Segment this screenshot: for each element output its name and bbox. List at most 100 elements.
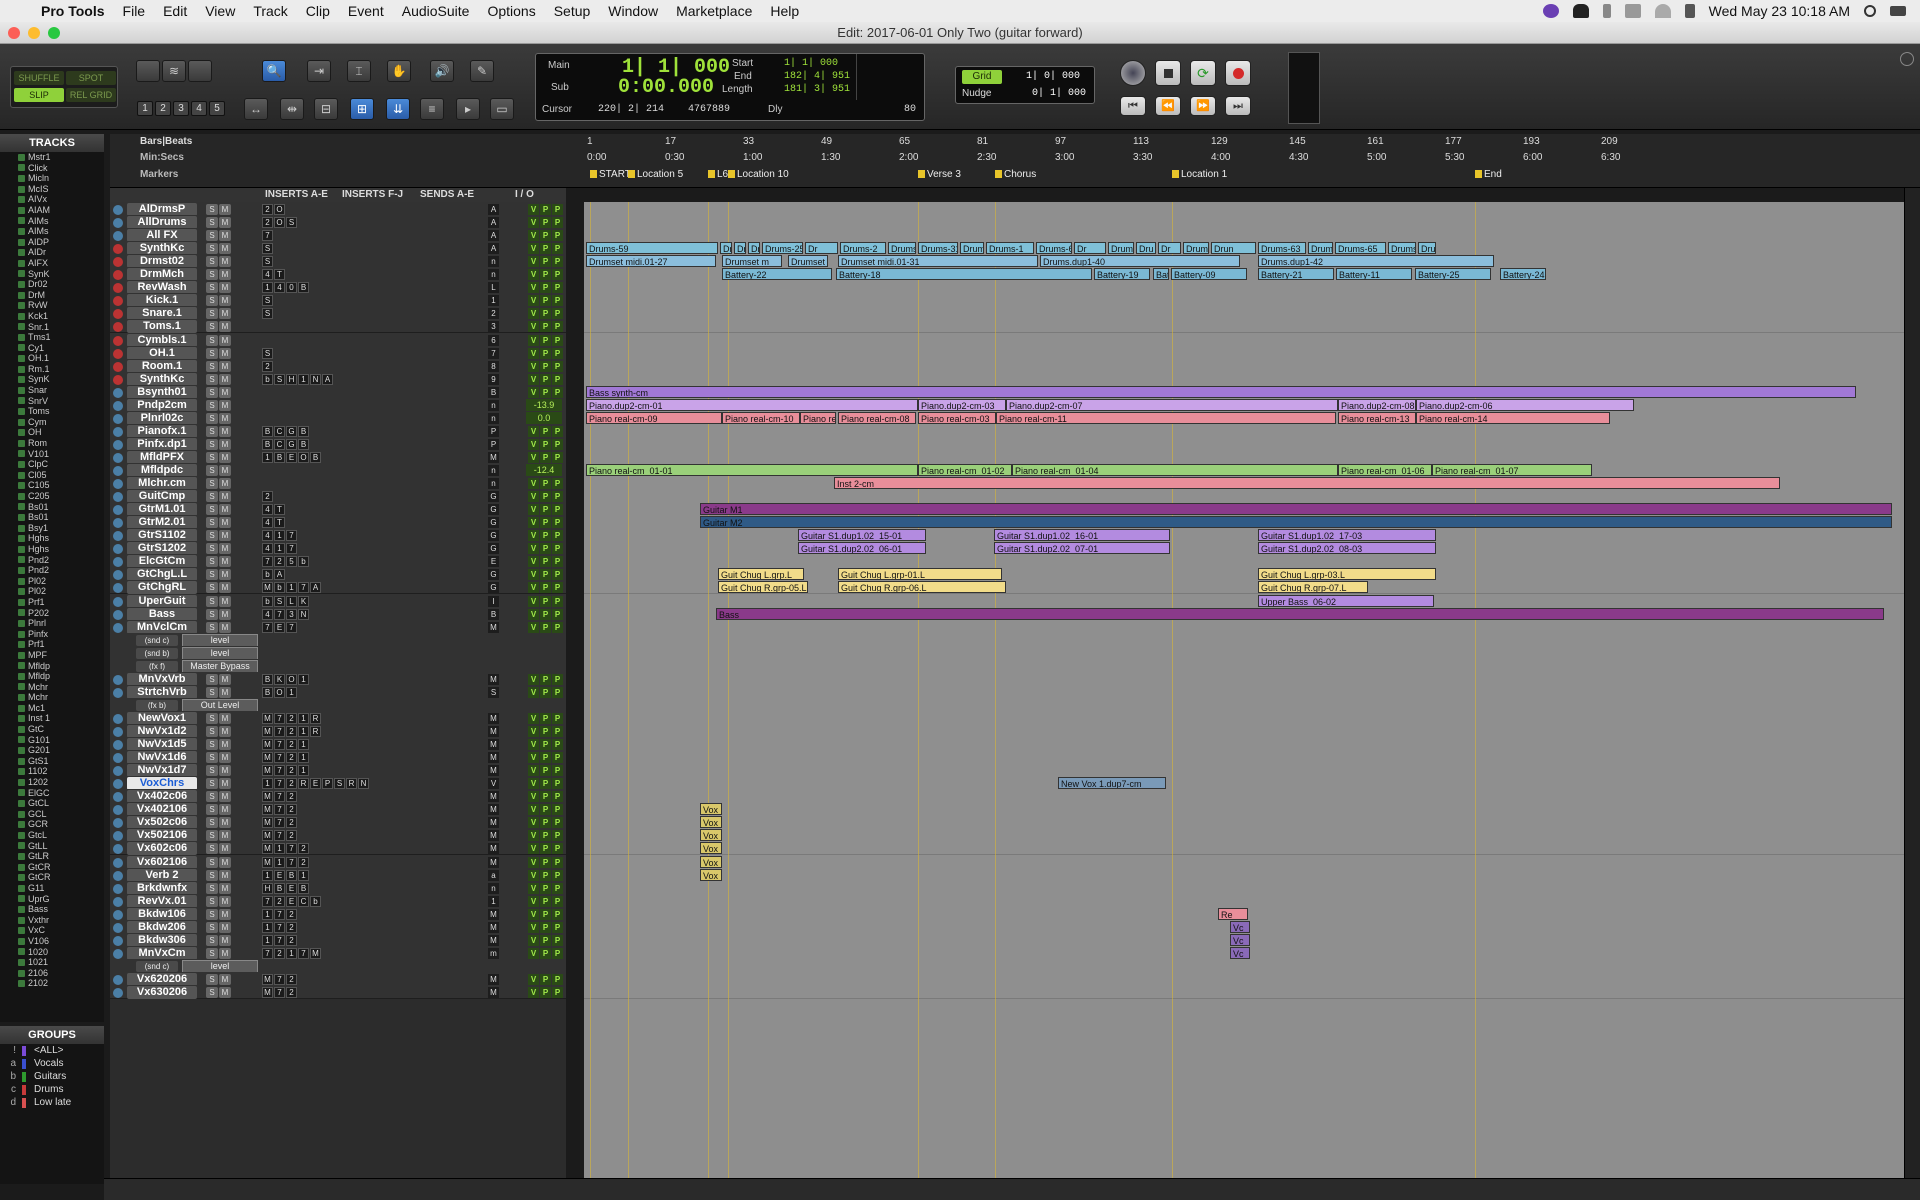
playlist-button[interactable]: P: [552, 230, 563, 241]
zoom-out-icon[interactable]: [136, 60, 160, 82]
insert-slot[interactable]: E: [274, 870, 285, 881]
track-active-icon[interactable]: [113, 453, 123, 463]
input-selector[interactable]: n: [488, 413, 499, 424]
playlist-button[interactable]: P: [540, 217, 551, 228]
track-lane[interactable]: [584, 333, 1904, 347]
insert-slot[interactable]: 2: [286, 987, 297, 998]
playlist-button[interactable]: P: [540, 308, 551, 319]
insert-slot[interactable]: b: [262, 569, 273, 580]
insert-slot[interactable]: 2: [262, 361, 273, 372]
insert-slot[interactable]: 1: [262, 778, 273, 789]
track-header-row[interactable]: GtChgL.L S Mb A G V P P: [110, 567, 566, 581]
solo-button[interactable]: S: [206, 348, 218, 359]
input-selector[interactable]: M: [488, 713, 499, 724]
track-active-icon[interactable]: [113, 792, 123, 802]
track-visible-icon[interactable]: [18, 662, 25, 670]
insert-slot[interactable]: 1: [262, 909, 273, 920]
track-active-icon[interactable]: [113, 714, 123, 724]
marker-label[interactable]: Location 5: [628, 169, 683, 180]
input-selector[interactable]: 6: [488, 335, 499, 346]
insert-slot[interactable]: 7: [286, 530, 297, 541]
track-lane[interactable]: [584, 802, 1904, 816]
playlist-button[interactable]: P: [552, 504, 563, 515]
track-visible-icon[interactable]: [18, 916, 25, 924]
track-header-row[interactable]: SynthKc S Mb S H 1 N A 9 V P P: [110, 372, 566, 386]
track-header-row[interactable]: GtrM2.01 S M 4 T G V P P: [110, 515, 566, 529]
playlist-button[interactable]: P: [552, 857, 563, 868]
track-active-icon[interactable]: [113, 688, 123, 698]
track-active-icon[interactable]: [113, 257, 123, 267]
solo-button[interactable]: S: [206, 843, 218, 854]
insert-slot[interactable]: S: [262, 256, 273, 267]
track-lane[interactable]: [584, 959, 1904, 973]
track-header-row[interactable]: Plnrl02c S Mn 0.0: [110, 411, 566, 425]
mute-button[interactable]: M: [219, 609, 231, 620]
track-name[interactable]: Toms.1: [127, 320, 197, 333]
track-active-icon[interactable]: [113, 375, 123, 385]
playlist-button[interactable]: V: [528, 217, 539, 228]
input-selector[interactable]: 1: [488, 295, 499, 306]
track-active-icon[interactable]: [113, 440, 123, 450]
playlist-button[interactable]: V: [528, 308, 539, 319]
playlist-button[interactable]: P: [540, 922, 551, 933]
mute-button[interactable]: M: [219, 269, 231, 280]
rev-clip[interactable]: Re: [1218, 908, 1248, 920]
track-lane[interactable]: [584, 215, 1904, 229]
playlist-button[interactable]: V: [528, 726, 539, 737]
track-active-icon[interactable]: [113, 818, 123, 828]
playlist-button[interactable]: P: [540, 687, 551, 698]
drum-clip[interactable]: Drums: [1183, 242, 1209, 254]
playlist-button[interactable]: P: [540, 569, 551, 580]
solo-button[interactable]: S: [206, 321, 218, 332]
solo-button[interactable]: S: [206, 400, 218, 411]
track-visible-icon[interactable]: [18, 482, 25, 490]
selector-tool-icon[interactable]: ⌶: [347, 60, 371, 82]
track-visible-icon[interactable]: [18, 461, 25, 469]
insert-slot[interactable]: 3: [286, 609, 297, 620]
input-selector[interactable]: A: [488, 217, 499, 228]
sidebar-track-item[interactable]: Pnd2: [0, 565, 104, 576]
track-active-icon[interactable]: [113, 218, 123, 228]
group-item[interactable]: ! <ALL>: [0, 1044, 104, 1057]
solo-button[interactable]: S: [206, 582, 218, 593]
insert-slot[interactable]: T: [274, 504, 285, 515]
sidebar-track-item[interactable]: 2106: [0, 968, 104, 979]
insert-slot[interactable]: S: [262, 308, 273, 319]
track-visible-icon[interactable]: [18, 821, 25, 829]
insert-slot[interactable]: b: [298, 556, 309, 567]
sidebar-track-item[interactable]: GtLL: [0, 841, 104, 852]
midi-clip[interactable]: Drumset midi.01-27: [586, 255, 716, 267]
track-visible-icon[interactable]: [18, 513, 25, 521]
track-visible-icon[interactable]: [18, 874, 25, 882]
playlist-button[interactable]: P: [552, 739, 563, 750]
track-lane[interactable]: [584, 306, 1904, 320]
insert-slot[interactable]: R: [310, 713, 321, 724]
track-visible-icon[interactable]: [18, 365, 25, 373]
track-lane[interactable]: [584, 985, 1904, 999]
track-visible-icon[interactable]: [18, 927, 25, 935]
insert-slot[interactable]: 1: [298, 674, 309, 685]
solo-button[interactable]: S: [206, 387, 218, 398]
solo-button[interactable]: S: [206, 622, 218, 633]
input-selector[interactable]: S: [488, 687, 499, 698]
headphones-icon[interactable]: [1572, 4, 1589, 18]
track-active-icon[interactable]: [113, 779, 123, 789]
playlist-button[interactable]: P: [552, 922, 563, 933]
track-visible-icon[interactable]: [18, 153, 25, 161]
track-visible-icon[interactable]: [18, 683, 25, 691]
piano-dup-clip[interactable]: Piano.dup2-cm-01: [586, 399, 918, 411]
scrubber-tool-icon[interactable]: 🔊: [430, 60, 454, 82]
insert-slot[interactable]: B: [298, 282, 309, 293]
playlist-button[interactable]: V: [528, 361, 539, 372]
mute-button[interactable]: M: [219, 622, 231, 633]
sidebar-track-item[interactable]: GtCR: [0, 872, 104, 883]
solo-button[interactable]: S: [206, 308, 218, 319]
mute-button[interactable]: M: [219, 739, 231, 750]
playlist-button[interactable]: P: [540, 987, 551, 998]
track-visible-icon[interactable]: [18, 386, 25, 394]
track-visible-icon[interactable]: [18, 672, 25, 680]
input-selector[interactable]: G: [488, 517, 499, 528]
upper-bass-clip[interactable]: Upper Bass_06-02: [1258, 595, 1434, 607]
insert-slot[interactable]: 7: [274, 765, 285, 776]
playlist-button[interactable]: P: [540, 622, 551, 633]
